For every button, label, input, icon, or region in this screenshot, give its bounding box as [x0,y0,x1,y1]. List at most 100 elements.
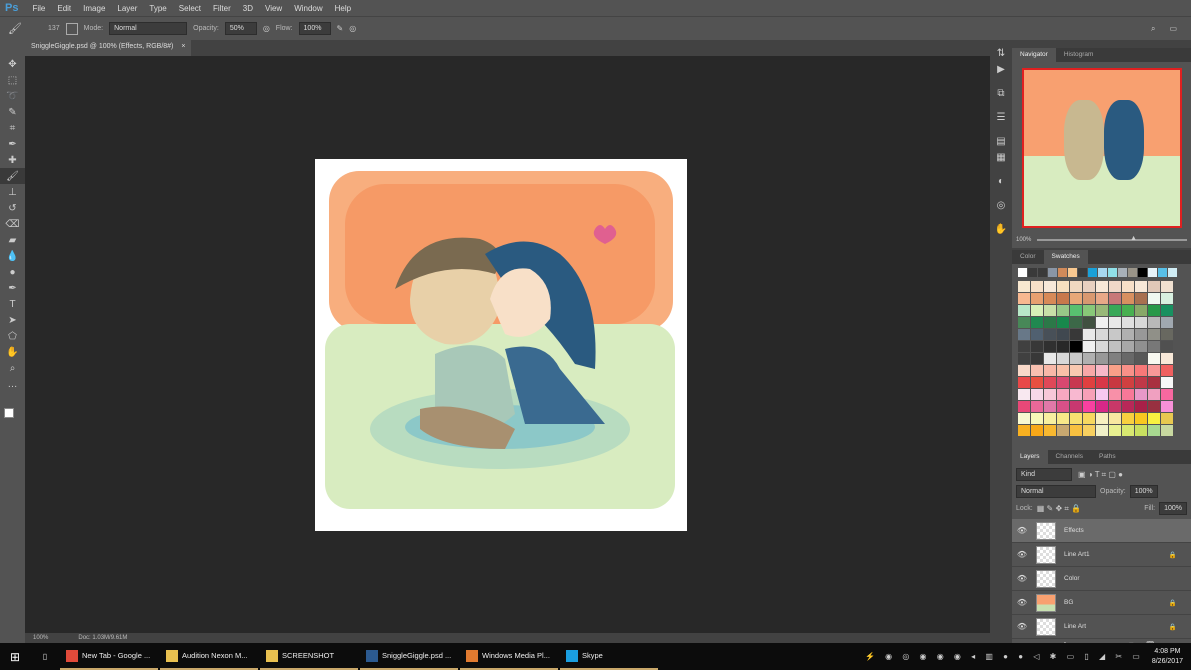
swatch[interactable] [1138,268,1147,277]
swatch[interactable] [1018,401,1030,412]
eraser-tool-icon[interactable]: ⌫ [0,216,25,232]
layer-row[interactable]: 👁 Line Art 🔒 [1012,615,1191,639]
doc-size[interactable]: Doc: 1.03M/9.61M [78,635,127,641]
swatch[interactable] [1148,268,1157,277]
menu-select[interactable]: Select [173,4,207,13]
pressure-size-icon[interactable]: ◎ [349,24,356,33]
swatch[interactable] [1070,413,1082,424]
menu-edit[interactable]: Edit [51,4,77,13]
swatch[interactable] [1031,281,1043,292]
swatch[interactable] [1096,413,1108,424]
layer-row[interactable]: 👁 Line Art1 🔒 [1012,543,1191,567]
layer-comps-icon[interactable]: ⧉ [990,88,1012,104]
swatch[interactable] [1122,425,1134,436]
swatch[interactable] [1148,377,1160,388]
swatch[interactable] [1044,293,1056,304]
swatch[interactable] [1096,317,1108,328]
swatch[interactable] [1109,329,1121,340]
swatch[interactable] [1161,413,1173,424]
swatch[interactable] [1083,329,1095,340]
pressure-opacity-icon[interactable]: ◎ [263,24,270,33]
search-icon[interactable]: ⌕ [1151,24,1155,34]
clock-date[interactable]: 8/26/2017 [1152,657,1183,667]
swatch[interactable] [1031,341,1043,352]
brush-size[interactable]: 137 [48,25,60,32]
swatch[interactable] [1018,377,1030,388]
swatch[interactable] [1057,377,1069,388]
navigator-zoom-slider[interactable]: ▲ [1037,235,1187,242]
swatch[interactable] [1148,353,1160,364]
swatch[interactable] [1161,353,1173,364]
visibility-eye-icon[interactable]: 👁 [1012,550,1032,559]
swatch[interactable] [1070,377,1082,388]
swatch[interactable] [1031,305,1043,316]
close-tab-icon[interactable]: × [181,43,185,53]
swatch[interactable] [1135,317,1147,328]
swatch[interactable] [1057,365,1069,376]
swatch[interactable] [1122,305,1134,316]
swatch[interactable] [1161,305,1173,316]
taskbar-item[interactable]: Audition Nexon M... [160,643,258,670]
swatch[interactable] [1148,365,1160,376]
swatch[interactable] [1096,305,1108,316]
tab-layers[interactable]: Layers [1012,450,1048,464]
swatch[interactable] [1122,377,1134,388]
swatch[interactable] [1109,425,1121,436]
layer-name[interactable]: Color [1064,575,1191,582]
swatch[interactable] [1096,353,1108,364]
taskbar-item[interactable]: SCREENSHOT [260,643,358,670]
tab-channels[interactable]: Channels [1048,450,1091,464]
menu-help[interactable]: Help [329,4,357,13]
swatch[interactable] [1161,389,1173,400]
swatch[interactable] [1148,425,1160,436]
swatch[interactable] [1161,341,1173,352]
swatch[interactable] [1135,425,1147,436]
pen-tool-icon[interactable]: ✒ [0,280,25,296]
swatch[interactable] [1057,305,1069,316]
foreground-color-swatch[interactable] [4,408,14,418]
swatch[interactable] [1109,413,1121,424]
swatch[interactable] [1083,401,1095,412]
notes-icon[interactable]: ▦ [990,152,1012,168]
airbrush-icon[interactable]: ✎ [337,24,344,33]
swatch[interactable] [1135,353,1147,364]
navigator-preview[interactable] [1022,68,1182,228]
swatch[interactable] [1161,329,1173,340]
layer-name[interactable]: Line Art1 [1064,551,1169,558]
swatch[interactable] [1058,268,1067,277]
swatch[interactable] [1070,341,1082,352]
marquee-tool-icon[interactable]: ⬚ [0,72,25,88]
swatch[interactable] [1135,413,1147,424]
swatch[interactable] [1018,268,1027,277]
menu-3d[interactable]: 3D [237,4,259,13]
swatch[interactable] [1148,341,1160,352]
swatch[interactable] [1068,268,1077,277]
swatch[interactable] [1078,268,1087,277]
swatch[interactable] [1148,281,1160,292]
taskbar-item[interactable]: Windows Media Pl... [460,643,558,670]
taskbar-item[interactable]: SniggleGiggle.psd ... [360,643,458,670]
visibility-eye-icon[interactable]: 👁 [1012,574,1032,583]
brush-panel-icon[interactable] [65,22,78,35]
tab-histogram[interactable]: Histogram [1056,48,1102,62]
swatch[interactable] [1031,293,1043,304]
swatch[interactable] [1070,317,1082,328]
type-tool-icon[interactable]: T [0,296,25,312]
tab-color[interactable]: Color [1012,250,1044,264]
swatch[interactable] [1044,317,1056,328]
swatch[interactable] [1148,389,1160,400]
taskbar-item[interactable]: Skype [560,643,658,670]
swatch[interactable] [1135,329,1147,340]
menu-image[interactable]: Image [77,4,111,13]
swatch[interactable] [1031,401,1043,412]
swatch[interactable] [1083,389,1095,400]
swatch[interactable] [1109,317,1121,328]
swatch[interactable] [1096,401,1108,412]
swatch[interactable] [1083,305,1095,316]
blur-tool-icon[interactable]: 💧 [0,248,25,264]
dodge-tool-icon[interactable]: ● [0,264,25,280]
menu-file[interactable]: File [26,4,51,13]
swatch[interactable] [1044,425,1056,436]
swatch[interactable] [1057,413,1069,424]
stamp-tool-icon[interactable]: ⊥ [0,184,25,200]
